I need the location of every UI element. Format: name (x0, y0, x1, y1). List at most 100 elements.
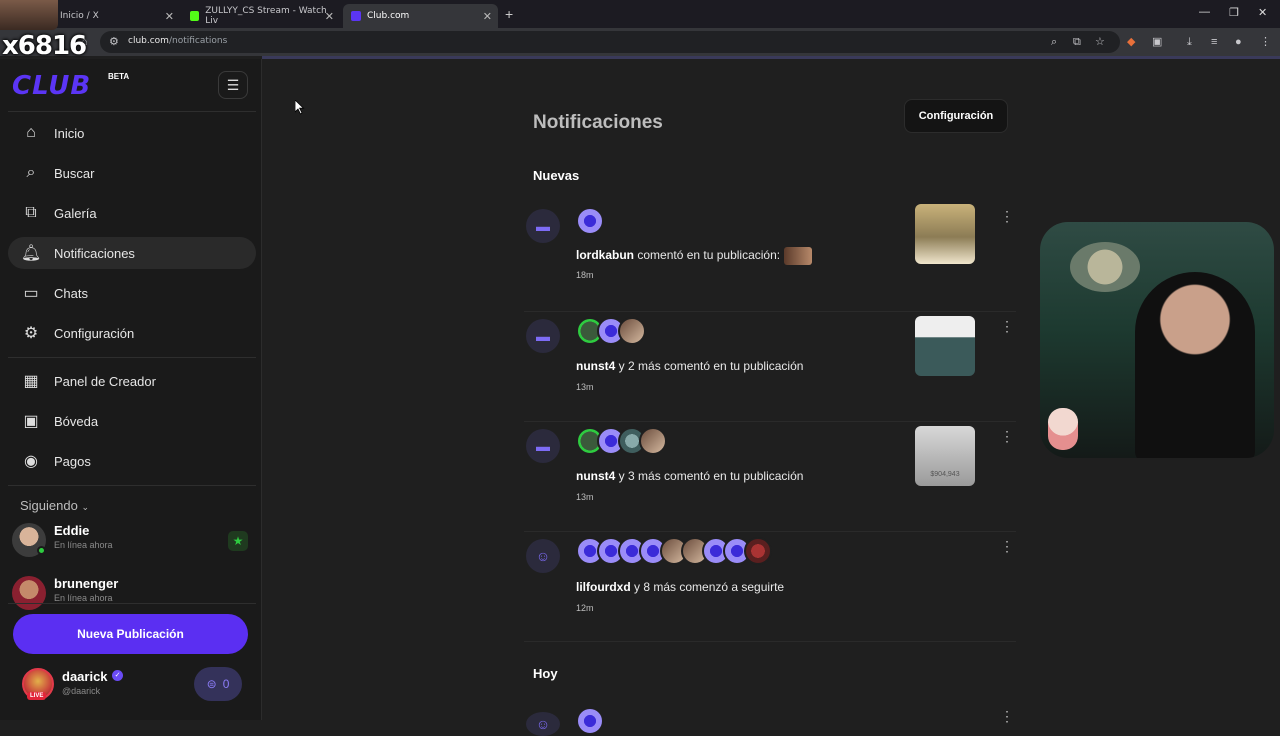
extensions-puzzle-icon[interactable]: ▣ (1152, 35, 1162, 49)
overlay-counter: x6816 (2, 31, 87, 61)
avatar (12, 576, 46, 610)
notification-time: 13m (576, 492, 594, 502)
notification-user[interactable]: lilfourdxd (576, 580, 631, 594)
nav-label: Galería (54, 205, 97, 221)
nav-label: Chats (54, 285, 88, 301)
section-header-new: Nuevas (533, 168, 580, 183)
gallery-icon: ⧉ (25, 204, 37, 221)
my-username[interactable]: daarick (62, 669, 108, 684)
nav-label: Buscar (54, 165, 95, 181)
sidebar-item-configuracion[interactable]: ⚙ Configuración (8, 317, 256, 349)
dashboard-icon: ▦ (23, 373, 39, 390)
follow-user-icon: ☺ (526, 712, 560, 736)
extension-icon[interactable]: ◆ (1127, 35, 1135, 49)
browser-menu-icon[interactable]: ⋮ (1260, 35, 1271, 49)
post-thumbnail[interactable]: $904,943 (915, 426, 975, 486)
close-tab-icon[interactable]: ✕ (325, 10, 334, 23)
notification-user[interactable]: lordkabun (576, 248, 634, 262)
tab-title: Inicio / X (60, 11, 99, 21)
thumbnail-amount: $904,943 (930, 471, 960, 478)
new-tab-icon[interactable]: + (505, 6, 513, 22)
more-options-icon[interactable]: ⋮ (1000, 428, 1014, 445)
tab-stream[interactable]: ZULLYY_CS Stream - Watch Liv ✕ (182, 4, 340, 28)
notification-item[interactable]: ☺ lilfourdxd y 8 más comenzó a seguirte … (524, 532, 1016, 642)
notification-user[interactable]: nunst4 (576, 469, 615, 483)
section-header-today: Hoy (533, 666, 558, 681)
nav-label: Configuración (54, 325, 135, 341)
notification-item[interactable]: ▬ nunst4 y 3 más comentó en tu publicaci… (524, 422, 1016, 532)
notification-item[interactable]: ▬ lordkabun comentó en tu publicación: 1… (524, 202, 1016, 312)
notification-time: 12m (576, 603, 594, 613)
download-icon[interactable]: ⤓ (1187, 35, 1192, 49)
page-title: Notificaciones (533, 112, 663, 133)
install-app-icon[interactable]: ⧉ (1073, 35, 1081, 49)
more-options-icon[interactable]: ⋮ (1000, 708, 1014, 725)
close-tab-icon[interactable]: ✕ (165, 10, 174, 23)
following-status: En línea ahora (54, 593, 113, 603)
notification-item[interactable]: ☺ ⋮ (524, 702, 1016, 736)
avatar[interactable] (639, 427, 667, 455)
maximize-icon[interactable]: ❐ (1229, 6, 1239, 19)
notification-text: nunst4 y 2 más comentó en tu publicación (576, 359, 804, 373)
sidebar-item-chats[interactable]: ▭ Chats (8, 277, 256, 309)
sidebar-item-notificaciones[interactable]: 🔔︎ Notificaciones (8, 237, 256, 269)
vault-icon: ▣ (23, 413, 39, 430)
close-tab-icon[interactable]: ✕ (483, 10, 492, 23)
tab-club[interactable]: Club.com ✕ (343, 4, 498, 28)
comment-icon: ▬ (526, 429, 560, 463)
more-options-icon[interactable]: ⋮ (1000, 318, 1014, 335)
nav-label: Notificaciones (54, 245, 135, 261)
divider (8, 111, 256, 112)
sidebar-item-buscar[interactable]: ⌕ Buscar (8, 157, 256, 189)
divider (8, 485, 256, 486)
bell-icon: 🔔︎ (20, 245, 42, 262)
more-options-icon[interactable]: ⋮ (1000, 538, 1014, 555)
sidebar-item-panel-creador[interactable]: ▦ Panel de Creador (8, 365, 256, 397)
chevron-down-icon: ⌄ (81, 502, 89, 512)
sidebar-item-boveda[interactable]: ▣ Bóveda (8, 405, 256, 437)
following-name: brunenger (54, 576, 119, 591)
avatar[interactable] (618, 317, 646, 345)
hamburger-menu-button[interactable]: ☰ (218, 71, 248, 99)
site-info-icon[interactable]: ⚙ (109, 35, 119, 49)
club-logo[interactable]: CLUB (12, 71, 91, 101)
following-header[interactable]: Siguiendo ⌄ (20, 498, 89, 513)
url-bar[interactable]: ⚙ club.com/notifications (100, 31, 1120, 53)
sidebar-item-inicio[interactable]: ⌂ Inicio (8, 117, 256, 149)
zoom-icon[interactable]: ⌕ (1051, 35, 1057, 49)
more-options-icon[interactable]: ⋮ (1000, 208, 1014, 225)
avatar[interactable] (576, 707, 604, 735)
notification-item[interactable]: ▬ nunst4 y 2 más comentó en tu publicaci… (524, 312, 1016, 422)
new-post-button[interactable]: Nueva Publicación (13, 614, 248, 654)
sidebar-item-galeria[interactable]: ⧉ Galería (8, 197, 256, 229)
close-window-icon[interactable]: ✕ (1258, 6, 1267, 19)
browser-tab-bar: Inicio / X ✕ ZULLYY_CS Stream - Watch Li… (0, 0, 1280, 28)
notification-user[interactable]: nunst4 (576, 359, 615, 373)
post-thumbnail[interactable] (915, 204, 975, 264)
sidebar-item-pagos[interactable]: ◉ Pagos (8, 445, 256, 477)
webcam-lamp (1070, 242, 1140, 292)
address-toolbar: ⌂ ⚙ club.com/notifications ⌕ ⧉ ☆ ◆ ▣ ⤓ ≡… (0, 28, 1280, 56)
avatar[interactable] (744, 537, 772, 565)
following-item-eddie[interactable]: Eddie En línea ahora (12, 519, 252, 559)
tab-x[interactable]: Inicio / X ✕ (52, 4, 180, 28)
online-dot (37, 546, 46, 555)
comment-image-preview (784, 247, 813, 265)
notification-text: nunst4 y 3 más comentó en tu publicación (576, 469, 804, 483)
follow-user-icon: ☺ (526, 539, 560, 573)
streamer-overlay-image (0, 0, 58, 30)
notification-text: lordkabun comentó en tu publicación: (576, 247, 813, 265)
media-control-icon[interactable]: ≡ (1211, 35, 1217, 49)
following-item-brunenger[interactable]: brunenger En línea ahora (12, 572, 252, 612)
bookmark-star-icon[interactable]: ☆ (1095, 35, 1105, 49)
minimize-icon[interactable]: — (1199, 6, 1210, 18)
profile-avatar-icon[interactable]: ● (1235, 35, 1242, 49)
divider (8, 603, 256, 604)
settings-button[interactable]: Configuración (904, 99, 1008, 133)
payments-icon: ◉ (24, 453, 38, 470)
avatar-stack (576, 207, 604, 235)
coins-button[interactable]: ⊜ 0 (194, 667, 242, 701)
avatar[interactable] (576, 207, 604, 235)
club-favicon-icon (351, 11, 361, 21)
post-thumbnail[interactable] (915, 316, 975, 376)
